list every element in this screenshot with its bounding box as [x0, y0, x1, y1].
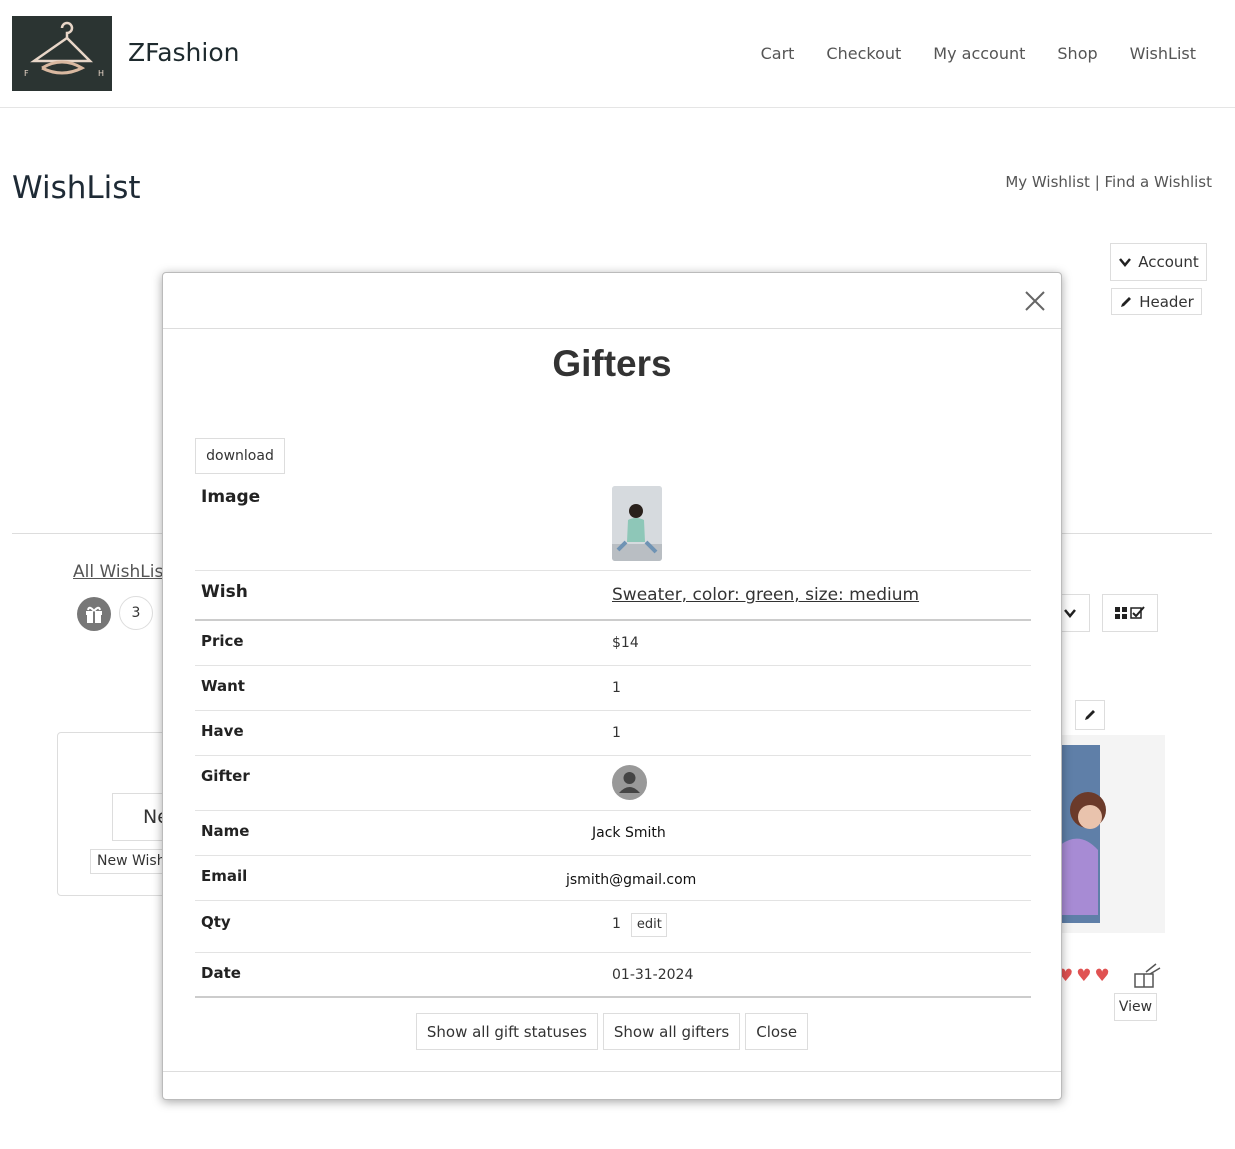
- new-wishlist-button[interactable]: New Wishl: [90, 849, 170, 874]
- name-label: Name: [201, 822, 250, 840]
- find-wishlist-link[interactable]: Find a Wishlist: [1105, 173, 1212, 191]
- download-button[interactable]: download: [195, 438, 285, 474]
- gifter-label: Gifter: [201, 767, 250, 785]
- gift-count-badge: 3: [119, 596, 153, 630]
- chevron-down-icon: [1064, 609, 1076, 618]
- show-all-gifters-button[interactable]: Show all gifters: [602, 1013, 741, 1050]
- row-email: Email jsmith@gmail.com: [195, 856, 1031, 901]
- gifter-details-table: Image Wish Sweater, color: green, size: …: [195, 480, 1031, 998]
- edit-qty-button[interactable]: edit: [631, 913, 668, 937]
- svg-text:F: F: [24, 69, 29, 78]
- svg-text:H: H: [98, 69, 104, 78]
- row-qty: Qty 1 edit: [195, 901, 1031, 953]
- edit-item-button[interactable]: [1075, 700, 1105, 730]
- user-icon: [619, 772, 640, 793]
- brand-name[interactable]: ZFashion: [128, 38, 240, 67]
- product-image[interactable]: [1060, 735, 1165, 933]
- nav-shop[interactable]: Shop: [1057, 44, 1097, 63]
- pencil-icon: [1085, 710, 1095, 720]
- chevron-down-icon: [1119, 258, 1132, 267]
- row-want: Want 1: [195, 666, 1031, 711]
- gifters-modal: Gifters download Image Wish Sweater, col…: [162, 272, 1062, 1100]
- price-value: $14: [612, 635, 639, 651]
- header-button[interactable]: Header: [1111, 288, 1202, 315]
- row-date: Date 01-31-2024: [195, 953, 1031, 998]
- close-icon[interactable]: [1023, 289, 1047, 313]
- row-gifter: Gifter: [195, 756, 1031, 811]
- price-label: Price: [201, 632, 244, 650]
- row-have: Have 1: [195, 711, 1031, 756]
- nav-my-account[interactable]: My account: [933, 44, 1025, 63]
- grid-check-icon: [1115, 606, 1145, 619]
- account-button[interactable]: Account: [1110, 243, 1207, 281]
- hanger-logo-icon: F H: [12, 16, 112, 91]
- have-value: 1: [612, 725, 621, 741]
- qty-label: Qty: [201, 913, 231, 931]
- site-header: F H ZFashion Cart Checkout My account Sh…: [0, 0, 1235, 108]
- name-value: Jack Smith: [592, 825, 666, 841]
- header-button-label: Header: [1139, 292, 1194, 311]
- nav-wishlist[interactable]: WishList: [1130, 44, 1196, 63]
- email-label: Email: [201, 867, 248, 885]
- pencil-icon: [1121, 296, 1132, 307]
- nav-checkout[interactable]: Checkout: [826, 44, 901, 63]
- brand-logo[interactable]: F H: [12, 16, 112, 91]
- date-value: 01-31-2024: [612, 967, 694, 983]
- modal-title: Gifters: [552, 343, 672, 384]
- row-image: Image: [195, 480, 1031, 571]
- nav-cart[interactable]: Cart: [761, 44, 795, 63]
- wish-link[interactable]: Sweater, color: green, size: medium: [612, 585, 919, 605]
- row-price: Price $14: [195, 621, 1031, 666]
- view-button[interactable]: View: [1114, 993, 1157, 1021]
- row-name: Name Jack Smith: [195, 811, 1031, 856]
- product-photo: [1060, 745, 1106, 923]
- close-button[interactable]: Close: [745, 1013, 809, 1050]
- page-title: WishList: [12, 170, 141, 206]
- main-nav: Cart Checkout My account Shop WishList: [761, 44, 1196, 63]
- want-value: 1: [612, 680, 621, 696]
- show-all-gift-statuses-button[interactable]: Show all gift statuses: [415, 1013, 598, 1050]
- gift-outline-icon[interactable]: [1132, 962, 1162, 994]
- qty-value: 1: [612, 916, 621, 932]
- rating-hearts: ♥♥♥: [1058, 966, 1113, 986]
- wish-thumbnail[interactable]: [612, 486, 662, 561]
- modal-header: [163, 273, 1061, 329]
- image-label: Image: [201, 487, 261, 507]
- all-wishlists-link[interactable]: All WishList: [73, 562, 170, 582]
- wish-label: Wish: [201, 582, 248, 602]
- date-label: Date: [201, 964, 241, 982]
- have-label: Have: [201, 722, 244, 740]
- account-button-label: Account: [1138, 253, 1199, 271]
- wishlist-links: My Wishlist | Find a Wishlist: [1005, 173, 1212, 191]
- gift-icon[interactable]: [77, 597, 111, 631]
- link-separator: |: [1089, 173, 1105, 191]
- email-value: jsmith@gmail.com: [566, 872, 697, 888]
- avatar: [612, 765, 647, 800]
- want-label: Want: [201, 677, 245, 695]
- modal-footer-divider: [163, 1071, 1061, 1072]
- modal-actions: Show all gift statuses Show all gifters …: [163, 1013, 1061, 1050]
- grid-select-button[interactable]: [1102, 594, 1158, 632]
- my-wishlist-link[interactable]: My Wishlist: [1005, 173, 1090, 191]
- row-wish: Wish Sweater, color: green, size: medium: [195, 571, 1031, 621]
